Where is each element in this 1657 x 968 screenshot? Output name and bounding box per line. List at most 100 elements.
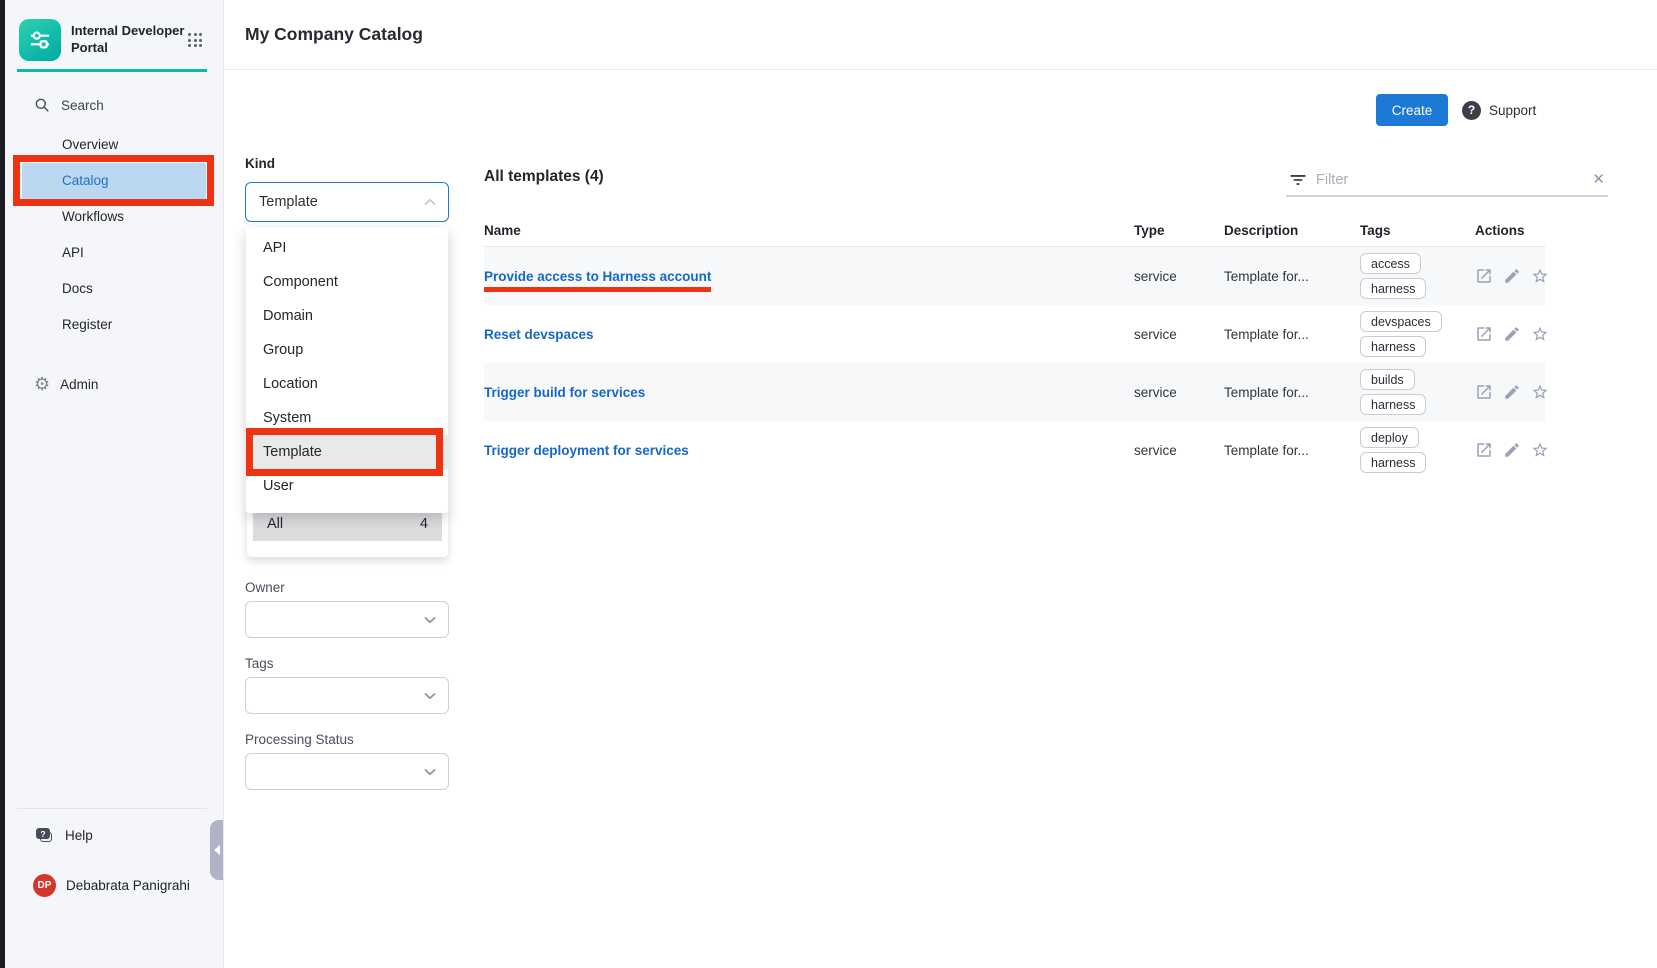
col-tags: Tags xyxy=(1360,223,1475,238)
tags-select[interactable] xyxy=(245,677,449,714)
kind-list-panel: All 4 xyxy=(247,507,448,557)
kind-option-domain[interactable]: Domain xyxy=(246,299,448,333)
create-button[interactable]: Create xyxy=(1376,94,1448,126)
admin-label: Admin xyxy=(60,377,98,392)
tag-chip: builds xyxy=(1360,369,1415,390)
sidebar-divider xyxy=(17,808,207,809)
sidebar-search[interactable]: Search xyxy=(34,93,104,117)
tag-chip: harness xyxy=(1360,336,1426,357)
all-label: All xyxy=(267,516,283,532)
col-type: Type xyxy=(1134,223,1224,238)
launch-icon[interactable] xyxy=(1475,267,1493,285)
star-icon[interactable] xyxy=(1531,383,1549,401)
main-area: My Company Catalog Create ? Support Kind… xyxy=(224,0,1657,968)
edit-icon[interactable] xyxy=(1503,441,1521,459)
processing-status-select[interactable] xyxy=(245,753,449,790)
launch-icon[interactable] xyxy=(1475,325,1493,343)
type-cell: service xyxy=(1134,269,1224,284)
kind-option-group[interactable]: Group xyxy=(246,333,448,367)
template-link[interactable]: Provide access to Harness account xyxy=(484,269,711,284)
launch-icon[interactable] xyxy=(1475,441,1493,459)
question-icon: ? xyxy=(1462,101,1481,120)
star-icon[interactable] xyxy=(1531,267,1549,285)
table-filter: ✕ xyxy=(1286,164,1608,197)
table-row: Trigger build for services service Templ… xyxy=(484,363,1545,421)
clear-filter-icon[interactable]: ✕ xyxy=(1592,172,1605,187)
table-row: Provide access to Harness account servic… xyxy=(484,247,1545,305)
kind-option-template[interactable]: Template xyxy=(246,435,448,469)
sidebar-item-docs[interactable]: Docs xyxy=(22,271,206,307)
logo[interactable]: Internal Developer Portal xyxy=(19,19,187,61)
col-description: Description xyxy=(1224,223,1360,238)
collapse-arrow-icon xyxy=(214,845,220,855)
chevron-up-icon xyxy=(424,198,436,206)
filter-funnel-icon xyxy=(1289,171,1307,189)
description-cell: Template for... xyxy=(1224,385,1360,400)
description-cell: Template for... xyxy=(1224,443,1360,458)
sidebar: Internal Developer Portal Search Overvie… xyxy=(5,0,224,968)
tags-cell: deploy harness xyxy=(1360,421,1475,479)
chevron-down-icon xyxy=(424,616,436,624)
star-icon[interactable] xyxy=(1531,325,1549,343)
tags-cell: builds harness xyxy=(1360,363,1475,421)
owner-select[interactable] xyxy=(245,601,449,638)
kind-option-location[interactable]: Location xyxy=(246,367,448,401)
edit-icon[interactable] xyxy=(1503,325,1521,343)
sidebar-collapse-handle[interactable] xyxy=(210,820,223,880)
kind-option-user[interactable]: User xyxy=(246,469,448,503)
template-link[interactable]: Trigger deployment for services xyxy=(484,443,689,458)
search-label: Search xyxy=(61,98,104,113)
processing-status-label: Processing Status xyxy=(245,732,354,747)
description-cell: Template for... xyxy=(1224,269,1360,284)
filter-input[interactable] xyxy=(1316,172,1583,188)
kind-dropdown: API Component Domain Group Location Syst… xyxy=(246,227,448,513)
owner-label: Owner xyxy=(245,580,285,595)
page-header: My Company Catalog xyxy=(224,0,1657,70)
tag-chip: devspaces xyxy=(1360,311,1442,332)
idp-logo-icon xyxy=(19,19,61,61)
tag-chip: deploy xyxy=(1360,427,1419,448)
user-name: Debabrata Panigrahi xyxy=(66,878,190,893)
kind-label: Kind xyxy=(245,156,275,171)
help-chat-icon: ? xyxy=(36,828,53,842)
brand-divider xyxy=(17,69,207,72)
type-cell: service xyxy=(1134,443,1224,458)
sidebar-item-workflows[interactable]: Workflows xyxy=(22,199,206,235)
kind-select[interactable]: Template xyxy=(245,182,449,222)
sidebar-item-register[interactable]: Register xyxy=(22,307,206,343)
search-icon xyxy=(34,97,50,113)
apps-grid-icon[interactable] xyxy=(188,33,202,47)
name-underline-annotation xyxy=(484,287,711,292)
tag-chip: harness xyxy=(1360,452,1426,473)
kind-select-value: Template xyxy=(259,194,318,210)
sidebar-item-overview[interactable]: Overview xyxy=(22,127,206,163)
col-name: Name xyxy=(484,223,1134,238)
chevron-down-icon xyxy=(424,768,436,776)
user-menu[interactable]: DP Debabrata Panigrahi xyxy=(33,872,190,898)
kind-option-api[interactable]: API xyxy=(246,231,448,265)
tags-cell: access harness xyxy=(1360,247,1475,305)
col-actions: Actions xyxy=(1475,223,1545,238)
star-icon[interactable] xyxy=(1531,441,1549,459)
actions-cell xyxy=(1475,383,1545,401)
page-title: My Company Catalog xyxy=(245,24,423,45)
support-button[interactable]: ? Support xyxy=(1462,94,1536,126)
template-link[interactable]: Reset devspaces xyxy=(484,327,594,342)
sidebar-item-api[interactable]: API xyxy=(22,235,206,271)
table-row: Trigger deployment for services service … xyxy=(484,421,1545,479)
avatar: DP xyxy=(33,874,56,897)
sidebar-item-catalog[interactable]: Catalog xyxy=(22,163,206,199)
kind-option-component[interactable]: Component xyxy=(246,265,448,299)
edit-icon[interactable] xyxy=(1503,267,1521,285)
actions-cell xyxy=(1475,325,1545,343)
template-link[interactable]: Trigger build for services xyxy=(484,385,645,400)
help-button[interactable]: ? Help xyxy=(36,823,93,847)
tag-chip: harness xyxy=(1360,394,1426,415)
tags-cell: devspaces harness xyxy=(1360,305,1475,363)
actions-cell xyxy=(1475,441,1545,459)
edit-icon[interactable] xyxy=(1503,383,1521,401)
kind-option-system[interactable]: System xyxy=(246,401,448,435)
description-cell: Template for... xyxy=(1224,327,1360,342)
sidebar-item-admin[interactable]: ⚙ Admin xyxy=(34,371,98,397)
launch-icon[interactable] xyxy=(1475,383,1493,401)
